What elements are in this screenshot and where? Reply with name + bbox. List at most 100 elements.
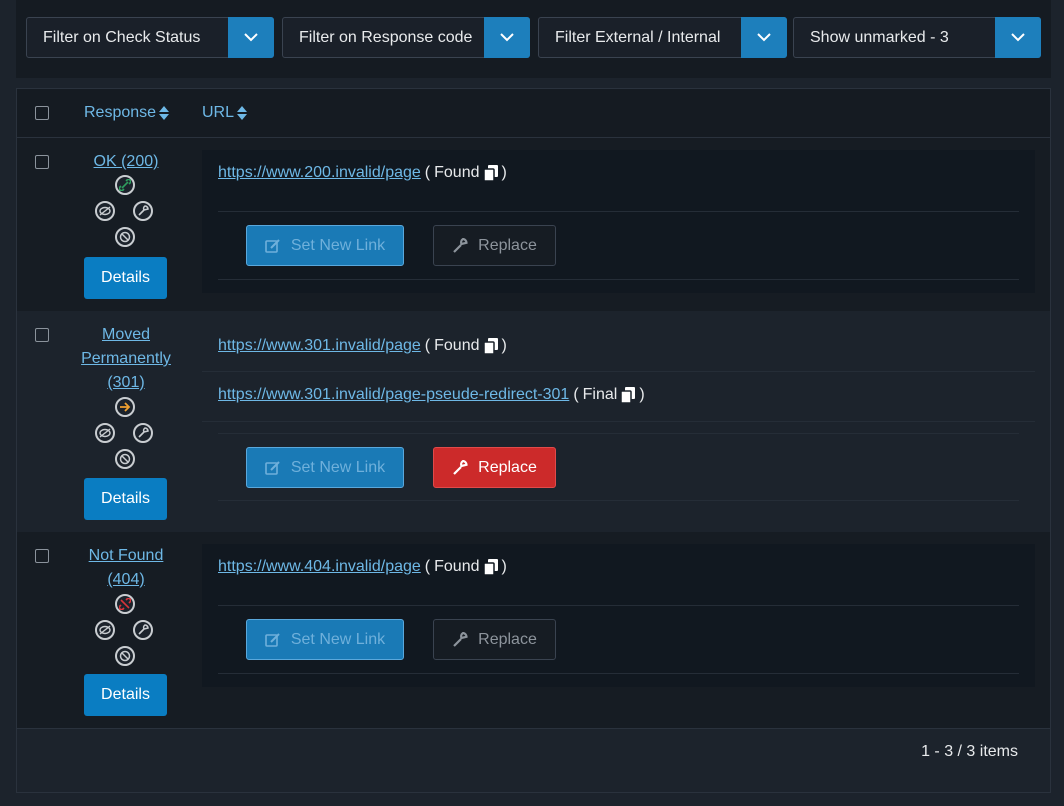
url-link[interactable]: https://www.200.invalid/page <box>218 164 421 182</box>
url-link[interactable]: https://www.404.invalid/page <box>218 558 421 576</box>
replace-label: Replace <box>478 630 537 648</box>
set-new-link-button[interactable]: Set New Link <box>246 619 404 660</box>
select-all-checkbox[interactable] <box>35 106 49 120</box>
filter-check-status-label: Filter on Check Status <box>43 29 201 46</box>
set-new-link-label: Set New Link <box>290 630 386 648</box>
divider <box>218 211 1019 212</box>
url-close-paren: ) <box>501 558 507 575</box>
eye-slash-icon[interactable] <box>95 620 115 640</box>
url-open-paren: ( <box>573 386 579 403</box>
status-link[interactable]: Moved Permanently (301) <box>81 326 171 391</box>
copy-icon[interactable] <box>483 559 498 575</box>
url-header-label: URL <box>202 104 235 121</box>
divider <box>218 673 1019 674</box>
url-close-paren: ) <box>639 386 645 403</box>
broken-link-icon <box>115 594 135 614</box>
sort-icon <box>159 106 170 120</box>
table-row: Moved Permanently (301) Details https://… <box>17 311 1050 533</box>
pagination-info: 1 - 3 / 3 items <box>921 743 1018 760</box>
url-line: https://www.200.invalid/page ( Found ) <box>218 164 507 182</box>
edit-icon <box>265 460 280 475</box>
status-cell: Not Found (404) <box>73 544 179 592</box>
copy-icon[interactable] <box>483 165 498 181</box>
details-button[interactable]: Details <box>84 674 167 716</box>
url-tag: Final <box>582 386 618 403</box>
status-icons <box>95 397 155 469</box>
status-icons <box>95 594 155 666</box>
replace-button[interactable]: Replace <box>433 225 556 266</box>
status-link[interactable]: Not Found (404) <box>89 547 164 588</box>
wrench-icon[interactable] <box>133 620 153 640</box>
divider <box>218 433 1019 434</box>
chevron-down-icon[interactable] <box>228 17 274 58</box>
replace-label: Replace <box>478 236 537 254</box>
row-checkbox[interactable] <box>35 549 49 563</box>
table-header: Response URL <box>17 89 1050 138</box>
set-new-link-label: Set New Link <box>290 236 386 254</box>
url-card: https://www.404.invalid/page ( Found ) S… <box>202 544 1035 687</box>
chevron-down-icon[interactable] <box>741 17 787 58</box>
ban-icon[interactable] <box>115 646 135 666</box>
replace-button[interactable]: Replace <box>433 619 556 660</box>
set-new-link-button[interactable]: Set New Link <box>246 225 404 266</box>
table-row: Not Found (404) Details https://www.404.… <box>17 532 1050 729</box>
filter-response-code-label: Filter on Response code <box>299 29 473 46</box>
edit-icon <box>265 238 280 253</box>
filter-bar: Filter on Check Status Filter on Respons… <box>16 0 1051 78</box>
set-new-link-label: Set New Link <box>290 458 386 476</box>
status-cell: OK (200) <box>73 150 179 174</box>
show-unmarked-select[interactable]: Show unmarked - 3 <box>793 17 1041 58</box>
eye-slash-icon[interactable] <box>95 423 115 443</box>
filter-response-code-select[interactable]: Filter on Response code <box>282 17 530 58</box>
divider <box>218 500 1019 501</box>
url-line: https://www.301.invalid/page-pseude-redi… <box>218 386 645 404</box>
replace-label: Replace <box>478 458 537 476</box>
divider <box>218 605 1019 606</box>
details-button[interactable]: Details <box>84 257 167 299</box>
url-tag: Found <box>434 164 480 181</box>
url-open-paren: ( <box>424 558 431 575</box>
response-column-header[interactable]: Response <box>84 104 170 122</box>
row-checkbox[interactable] <box>35 155 49 169</box>
sort-icon <box>237 106 248 120</box>
url-close-paren: ) <box>501 164 507 181</box>
status-link[interactable]: OK (200) <box>94 153 159 170</box>
url-link[interactable]: https://www.301.invalid/page <box>218 337 421 355</box>
copy-icon[interactable] <box>621 387 636 403</box>
filter-external-internal-label: Filter External / Internal <box>555 29 721 46</box>
row-checkbox[interactable] <box>35 328 49 342</box>
status-cell: Moved Permanently (301) <box>73 323 179 395</box>
url-open-paren: ( <box>424 164 431 181</box>
arrow-right-icon <box>115 397 135 417</box>
ban-icon[interactable] <box>115 227 135 247</box>
wrench-icon <box>453 459 468 475</box>
replace-button[interactable]: Replace <box>433 447 556 488</box>
url-column-header[interactable]: URL <box>202 104 248 122</box>
filter-external-internal-select[interactable]: Filter External / Internal <box>538 17 787 58</box>
ban-icon[interactable] <box>115 449 135 469</box>
table-row: OK (200) Details https://www.200.invalid… <box>17 138 1050 312</box>
url-close-paren: ) <box>501 337 507 354</box>
chevron-down-icon[interactable] <box>995 17 1041 58</box>
show-unmarked-label: Show unmarked - 3 <box>810 29 949 46</box>
url-tag: Found <box>434 558 480 575</box>
filter-check-status-select[interactable]: Filter on Check Status <box>26 17 274 58</box>
wrench-icon <box>453 631 468 647</box>
wrench-icon[interactable] <box>133 201 153 221</box>
status-icons <box>95 175 155 247</box>
url-line: https://www.404.invalid/page ( Found ) <box>218 558 507 576</box>
url-line: https://www.301.invalid/page ( Found ) <box>218 337 507 355</box>
links-table: Response URL OK (200) Details https://ww… <box>16 88 1051 793</box>
wrench-icon[interactable] <box>133 423 153 443</box>
copy-icon[interactable] <box>483 338 498 354</box>
set-new-link-button[interactable]: Set New Link <box>246 447 404 488</box>
edit-icon <box>265 632 280 647</box>
link-ok-icon <box>115 175 135 195</box>
details-button[interactable]: Details <box>84 478 167 520</box>
url-card: https://www.200.invalid/page ( Found ) S… <box>202 150 1035 293</box>
eye-slash-icon[interactable] <box>95 201 115 221</box>
divider <box>218 279 1019 280</box>
divider <box>202 371 1035 372</box>
chevron-down-icon[interactable] <box>484 17 530 58</box>
url-link[interactable]: https://www.301.invalid/page-pseude-redi… <box>218 386 569 404</box>
